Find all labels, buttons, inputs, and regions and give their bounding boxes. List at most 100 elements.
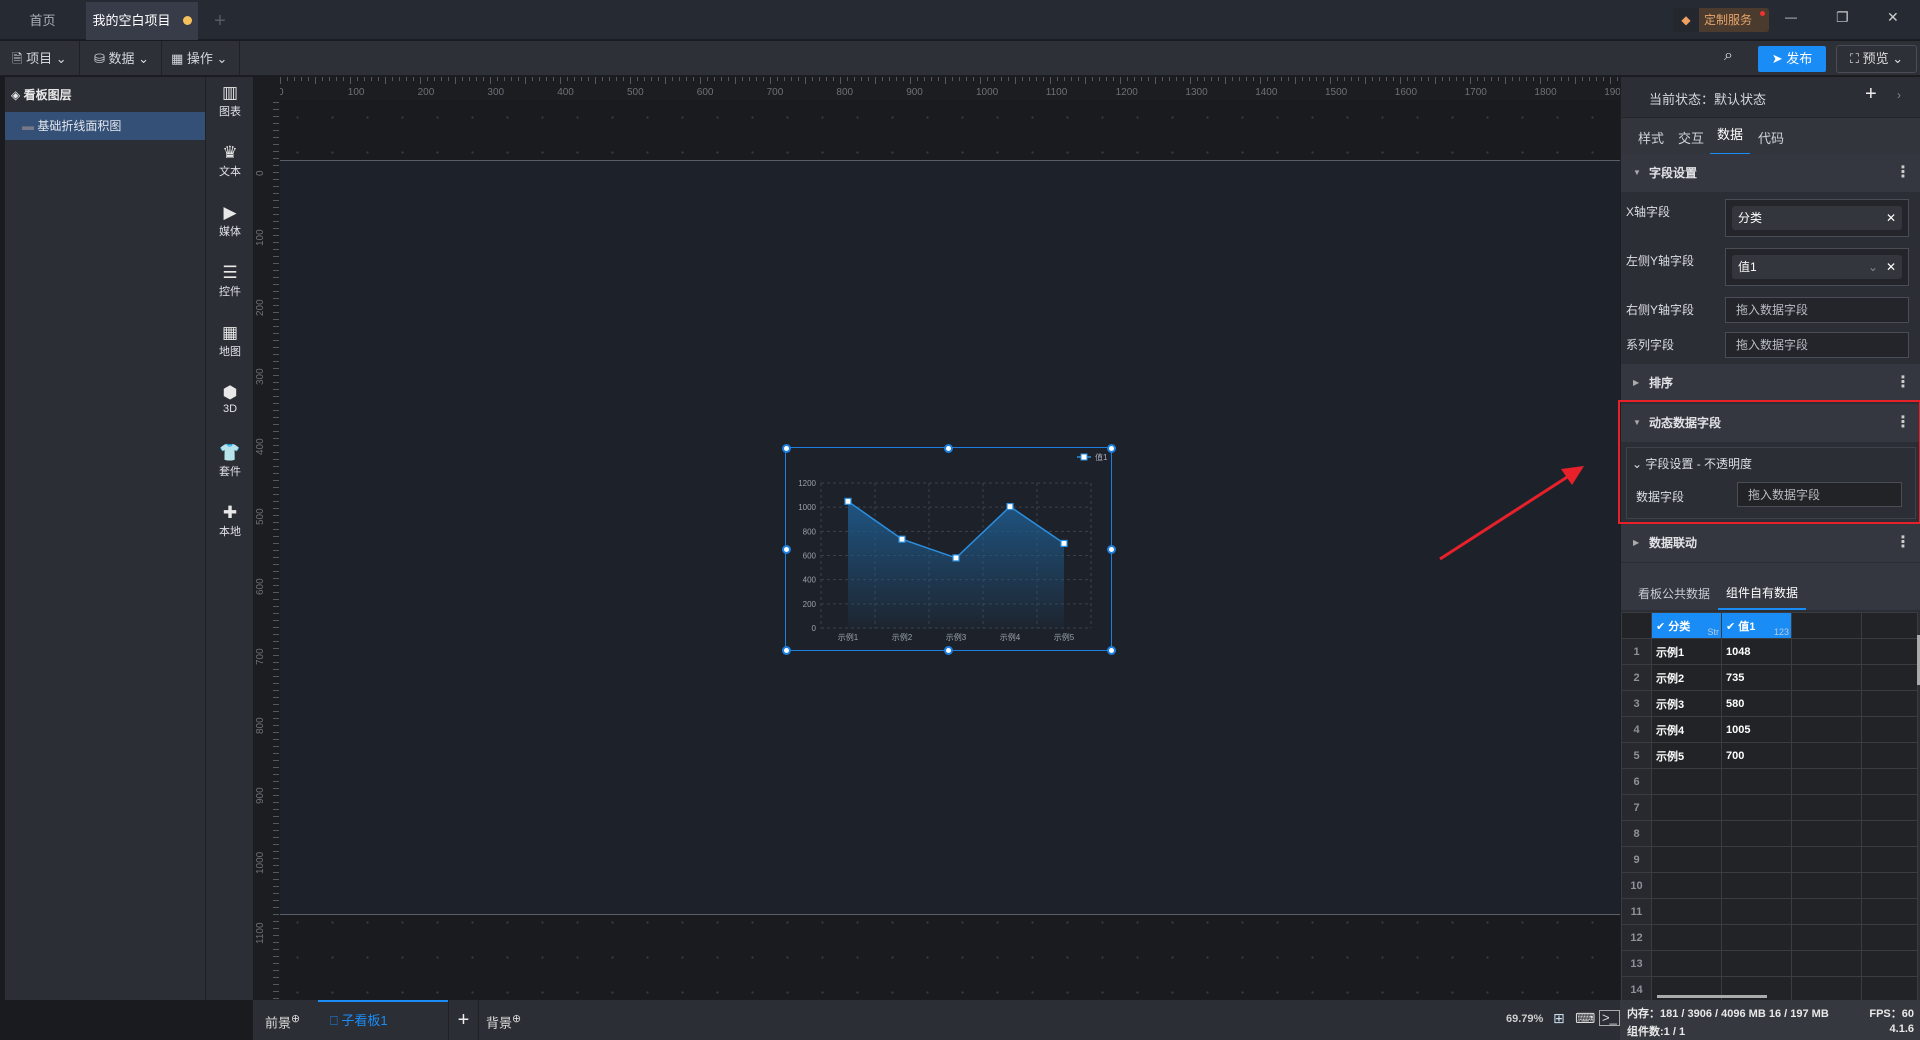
table-cell[interactable] <box>1791 716 1862 743</box>
table-cell[interactable] <box>1721 846 1792 873</box>
table-cell[interactable]: 示例4 <box>1651 716 1722 743</box>
data-point[interactable] <box>1005 502 1014 510</box>
table-cell[interactable] <box>1791 872 1862 899</box>
chevron-right-icon[interactable]: › <box>1897 88 1901 102</box>
menu-data[interactable]: ⛁ 数据 ⌄ <box>82 41 163 76</box>
table-cell[interactable]: 580 <box>1721 690 1792 717</box>
table-row[interactable]: 8 <box>1621 820 1918 847</box>
table-cell[interactable] <box>1861 872 1918 899</box>
add-circle-icon[interactable]: ⊕ <box>512 1013 521 1025</box>
table-row[interactable]: 9 <box>1621 846 1918 873</box>
series-field-dropzone[interactable]: 拖入数据字段 <box>1725 332 1909 358</box>
table-cell[interactable] <box>1651 976 1722 1003</box>
table-cell[interactable] <box>1861 794 1918 821</box>
component-2[interactable]: ▶ 媒体 <box>206 203 254 239</box>
table-row[interactable]: 1 示例1 1048 <box>1621 638 1918 665</box>
table-cell[interactable]: 示例5 <box>1651 742 1722 769</box>
table-cell[interactable]: 1005 <box>1721 716 1792 743</box>
resize-handle[interactable] <box>781 544 791 554</box>
table-cell[interactable] <box>1791 846 1862 873</box>
resize-handle[interactable] <box>1106 645 1116 655</box>
zoom-level[interactable]: 69.79% <box>1506 1013 1543 1025</box>
table-cell[interactable] <box>1651 820 1722 847</box>
table-cell[interactable] <box>1861 768 1918 795</box>
more-icon[interactable]: ⋮ <box>1895 524 1911 562</box>
table-cell[interactable] <box>1791 742 1862 769</box>
sort-header[interactable]: ▶ 排序 ⋮ <box>1621 364 1920 402</box>
table-cell[interactable] <box>1791 690 1862 717</box>
component-0[interactable]: ▥ 图表 <box>206 83 254 119</box>
table-cell[interactable] <box>1861 924 1918 951</box>
left-y-field-dropzone[interactable]: 值1 ⌄ ✕ <box>1725 248 1909 286</box>
table-cell[interactable] <box>1721 898 1792 925</box>
table-cell[interactable] <box>1861 638 1918 665</box>
table-cell[interactable]: 示例2 <box>1651 664 1722 691</box>
table-cell[interactable] <box>1861 846 1918 873</box>
table-row[interactable]: 10 <box>1621 872 1918 899</box>
add-tab-button[interactable]: + <box>205 2 235 40</box>
data-point[interactable] <box>1059 539 1068 547</box>
tab-board-public-data[interactable]: 看板公共数据 <box>1638 585 1710 602</box>
table-cell[interactable] <box>1651 872 1722 899</box>
component-5[interactable]: ⬢ 3D <box>206 383 254 415</box>
data-point[interactable] <box>897 535 906 543</box>
minimize-button[interactable]: — <box>1785 10 1797 24</box>
table-row[interactable]: 6 <box>1621 768 1918 795</box>
table-row[interactable]: 13 <box>1621 950 1918 977</box>
table-cell[interactable] <box>1791 950 1862 977</box>
publish-button[interactable]: ➤ 发布 <box>1758 46 1826 72</box>
table-row[interactable]: 5 示例5 700 <box>1621 742 1918 769</box>
table-cell[interactable] <box>1861 664 1918 691</box>
table-cell[interactable] <box>1721 872 1792 899</box>
preview-button[interactable]: ⛶ 预览 ⌄ <box>1836 45 1917 73</box>
table-row[interactable]: 14 <box>1621 976 1918 1003</box>
table-cell[interactable] <box>1651 950 1722 977</box>
remove-icon[interactable]: ✕ <box>1886 206 1896 230</box>
resize-handle[interactable] <box>781 443 791 453</box>
table-cell[interactable] <box>1861 820 1918 847</box>
tab-home[interactable]: 首页 <box>0 2 85 40</box>
resize-handle[interactable] <box>781 645 791 655</box>
table-cell[interactable] <box>1651 924 1722 951</box>
table-cell[interactable]: 735 <box>1721 664 1792 691</box>
field-settings-header[interactable]: ▼ 字段设置 ⋮ <box>1621 154 1920 192</box>
table-cell[interactable] <box>1721 950 1792 977</box>
custom-service-button[interactable]: ◆ 定制服务 <box>1673 8 1769 32</box>
tab-sub-board[interactable]: ⎕ 子看板1 <box>318 1000 448 1040</box>
table-row[interactable]: 11 <box>1621 898 1918 925</box>
resize-handle[interactable] <box>944 443 953 453</box>
tab-style[interactable]: 样式 <box>1638 128 1664 147</box>
add-board-button[interactable]: + <box>448 1000 479 1040</box>
table-cell[interactable] <box>1721 768 1792 795</box>
table-cell[interactable] <box>1791 898 1862 925</box>
add-state-button[interactable]: + <box>1865 83 1877 106</box>
menu-project[interactable]: 🗎 项目 ⌄ <box>0 41 80 76</box>
table-cell[interactable] <box>1721 924 1792 951</box>
table-cell[interactable] <box>1861 716 1918 743</box>
more-icon[interactable]: ⋮ <box>1895 154 1911 192</box>
tab-data[interactable]: 数据 <box>1710 118 1750 155</box>
table-cell[interactable] <box>1721 820 1792 847</box>
table-cell[interactable] <box>1861 898 1918 925</box>
resize-handle[interactable] <box>1106 544 1116 554</box>
component-4[interactable]: ▦ 地图 <box>206 323 254 359</box>
table-cell[interactable] <box>1861 690 1918 717</box>
right-y-field-dropzone[interactable]: 拖入数据字段 <box>1725 297 1909 323</box>
search-icon[interactable]: ⌕ <box>1724 47 1733 65</box>
component-6[interactable]: 👕 套件 <box>206 443 254 479</box>
legend-label[interactable]: 值1 <box>1095 452 1108 462</box>
x-field-dropzone[interactable]: 分类 ✕ <box>1725 199 1909 237</box>
table-row[interactable]: 2 示例2 735 <box>1621 664 1918 691</box>
remove-icon[interactable]: ✕ <box>1886 255 1896 279</box>
table-row[interactable]: 4 示例4 1005 <box>1621 716 1918 743</box>
column-header[interactable]: ✔ 分类 Str <box>1651 612 1722 639</box>
fit-screen-icon[interactable]: ⊞ <box>1553 1010 1565 1027</box>
layer-item[interactable]: ▬ 基础折线面积图 <box>5 112 205 140</box>
horizontal-scrollbar[interactable] <box>1657 995 1767 998</box>
table-cell[interactable] <box>1721 794 1792 821</box>
table-cell[interactable]: 示例1 <box>1651 638 1722 665</box>
data-point[interactable] <box>843 497 852 505</box>
table-cell[interactable] <box>1721 976 1792 1003</box>
resize-handle[interactable] <box>944 645 953 655</box>
component-1[interactable]: ♛ 文本 <box>206 143 254 179</box>
